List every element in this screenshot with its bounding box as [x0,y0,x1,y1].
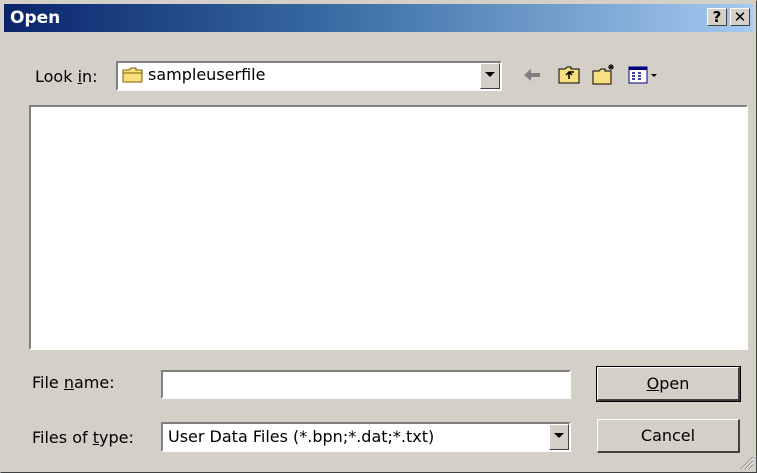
chevron-down-icon [485,72,495,77]
file-name-label-pre: File [32,373,64,392]
look-in-label-pre: Look [35,67,78,86]
view-menu-icon[interactable] [627,63,659,87]
open-button-accel: O [646,374,660,393]
look-in-value: sampleuserfile [148,65,266,84]
chevron-down-icon [554,433,564,438]
resize-grip-icon[interactable] [740,456,754,470]
look-in-combo[interactable]: sampleuserfile [116,61,502,91]
look-in-dropdown-button[interactable] [480,63,500,89]
file-type-dropdown-button[interactable] [549,424,569,450]
open-button-label: pen [659,374,690,393]
up-one-level-icon[interactable] [557,63,583,87]
look-in-label: Look in: [35,67,98,86]
file-name-label-post: ame: [74,373,115,392]
title-bar[interactable]: Open ? ✕ [4,4,753,32]
cancel-button[interactable]: Cancel [597,419,740,453]
back-arrow-icon[interactable] [519,63,545,87]
file-type-label-post: ype: [98,428,134,447]
create-new-folder-icon[interactable] [591,63,617,87]
file-type-label-pre: Files of [32,428,93,447]
folder-icon [122,66,144,89]
dialog-title: Open [10,8,61,28]
close-button[interactable]: ✕ [730,8,750,26]
open-button[interactable]: Open [596,366,741,402]
open-dialog: Open ? ✕ Look in: sampleuserfile File na… [0,0,757,473]
file-type-combo[interactable]: User Data Files (*.bpn;*.dat;*.txt) [161,422,571,452]
file-type-label: Files of type: [32,428,134,447]
file-list[interactable] [29,105,748,350]
file-name-label-accel: n [63,373,74,392]
file-name-label: File name: [32,373,115,392]
look-in-label-post: n: [82,67,98,86]
file-type-value: User Data Files (*.bpn;*.dat;*.txt) [168,427,435,446]
help-button[interactable]: ? [707,8,727,26]
file-name-input[interactable] [161,370,571,399]
